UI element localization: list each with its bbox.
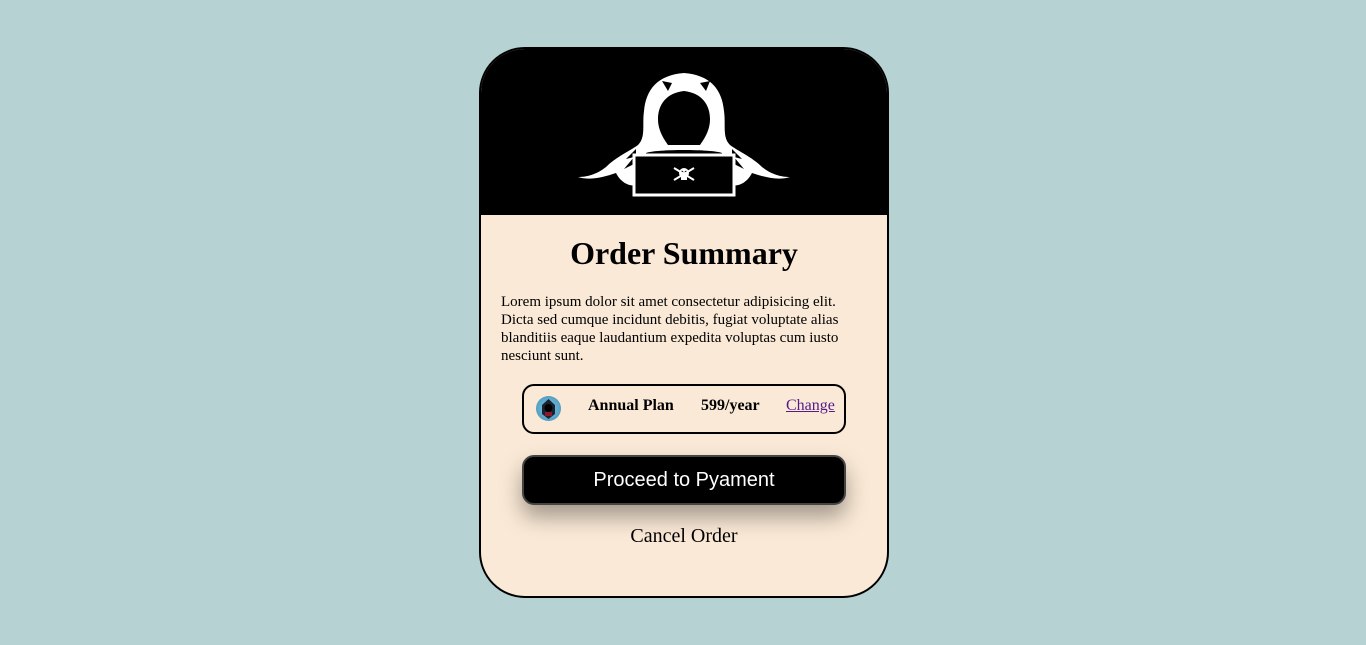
- hacker-illustration-icon: [578, 73, 790, 197]
- order-description: Lorem ipsum dolor sit amet consectetur a…: [501, 294, 839, 364]
- plan-name: Annual Plan: [588, 397, 674, 414]
- proceed-to-payment-button[interactable]: Proceed to Pyament: [522, 455, 846, 505]
- hacker-avatar-icon: [536, 396, 561, 421]
- page-title: Order Summary: [570, 235, 798, 271]
- plan-summary-box: Annual Plan 599/year Change: [522, 384, 846, 434]
- plan-price: 599/year: [701, 397, 760, 414]
- change-plan-link[interactable]: Change: [786, 397, 835, 415]
- cancel-order-button[interactable]: Cancel Order: [481, 525, 887, 548]
- order-summary-card: Order Summary Lorem ipsum dolor sit amet…: [479, 47, 889, 598]
- hero-image: [481, 49, 887, 215]
